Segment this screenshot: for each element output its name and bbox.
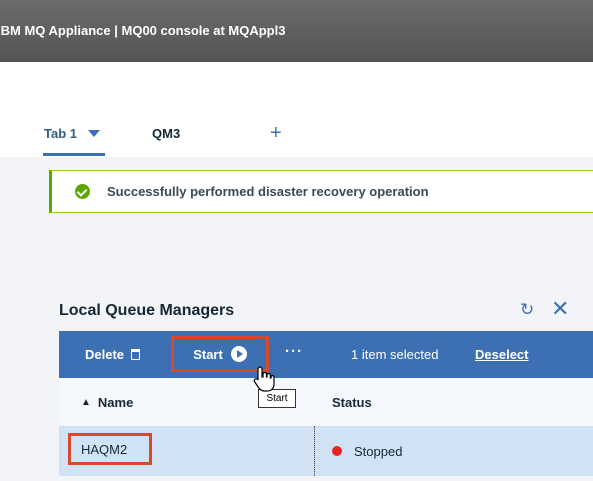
refresh-icon[interactable]: ↻ bbox=[520, 300, 534, 320]
success-notification: Successfully performed disaster recovery… bbox=[49, 170, 593, 213]
tab-qm3[interactable]: QM3 bbox=[152, 119, 180, 147]
tab-1[interactable]: Tab 1 bbox=[44, 119, 100, 147]
checkmark-circle-icon bbox=[75, 184, 90, 199]
table-header: ▲ Name Status bbox=[59, 378, 593, 426]
queue-manager-name: HAQM2 bbox=[81, 441, 128, 457]
overflow-menu-icon: ··· bbox=[285, 343, 303, 360]
widget-title: Local Queue Managers bbox=[59, 302, 235, 319]
trash-icon bbox=[131, 349, 141, 360]
window-title: IBM MQ Appliance | MQ00 console at MQApp… bbox=[0, 22, 286, 38]
status-cell: Stopped bbox=[332, 426, 402, 476]
start-label: Start bbox=[193, 346, 223, 362]
column-header-name[interactable]: ▲ Name bbox=[81, 378, 133, 426]
add-tab-button[interactable]: + bbox=[270, 119, 282, 147]
deselect-link[interactable]: Deselect bbox=[475, 331, 528, 378]
delete-label: Delete bbox=[85, 347, 125, 362]
action-toolbar: Delete Start ··· 1 item selected Deselec… bbox=[59, 331, 593, 378]
status-stopped-icon bbox=[332, 446, 342, 456]
notification-message: Successfully performed disaster recovery… bbox=[107, 184, 429, 199]
tab-qm3-label: QM3 bbox=[152, 125, 181, 141]
more-options-button[interactable]: ··· bbox=[285, 328, 303, 375]
column-status-label: Status bbox=[332, 394, 372, 410]
selection-count: 1 item selected bbox=[351, 347, 439, 362]
close-icon[interactable]: ✕ bbox=[551, 296, 569, 322]
delete-button[interactable]: Delete bbox=[85, 331, 141, 378]
tooltip-text: Start bbox=[266, 393, 288, 404]
table-row[interactable]: HAQM2 Stopped bbox=[59, 426, 593, 476]
app-title-bar: IBM MQ Appliance | MQ00 console at MQApp… bbox=[0, 0, 593, 62]
tab-1-label: Tab 1 bbox=[44, 125, 77, 141]
column-name-label: Name bbox=[97, 394, 134, 410]
caret-down-icon[interactable] bbox=[88, 129, 100, 137]
queue-manager-name-cell[interactable]: HAQM2 bbox=[68, 433, 152, 465]
status-text: Stopped bbox=[354, 443, 403, 459]
hand-pointer-cursor-icon bbox=[253, 366, 275, 392]
tab-bar: Tab 1 QM3 + bbox=[0, 62, 593, 157]
plus-icon: + bbox=[270, 121, 282, 144]
play-icon bbox=[230, 346, 247, 362]
column-divider bbox=[314, 426, 315, 476]
sort-ascending-icon: ▲ bbox=[81, 396, 91, 408]
column-header-status[interactable]: Status bbox=[332, 378, 372, 426]
active-tab-indicator bbox=[43, 153, 105, 156]
